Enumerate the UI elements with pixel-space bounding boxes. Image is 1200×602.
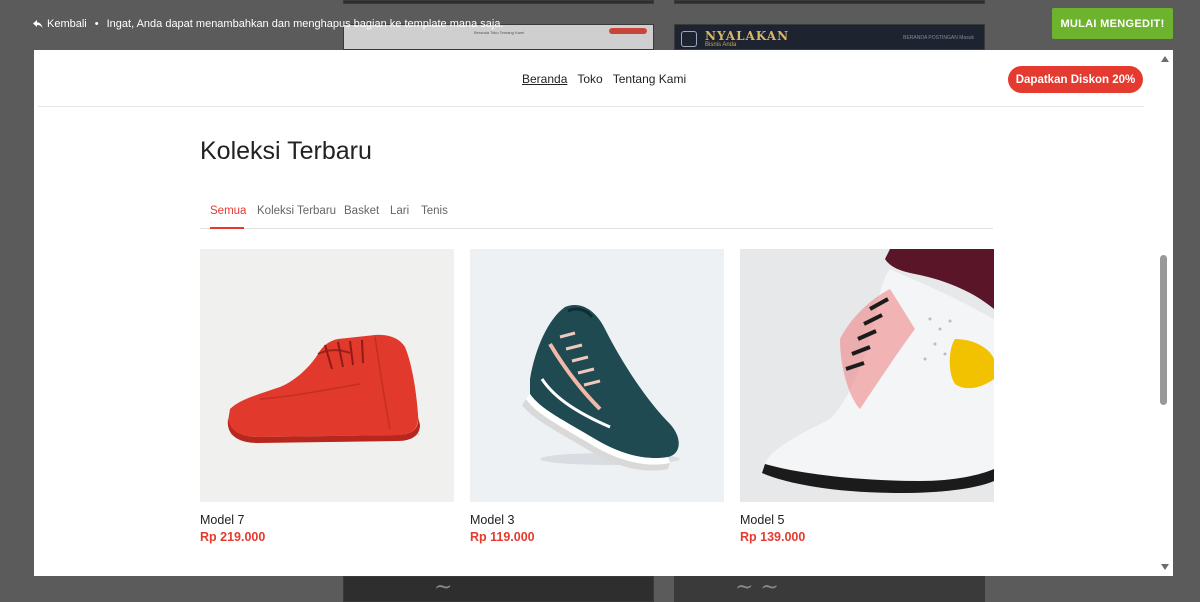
product-card[interactable]: Model 7 Rp 219.000 xyxy=(200,249,454,544)
product-card[interactable]: Model 3 Rp 119.000 xyxy=(470,249,724,544)
bg-thumbnail-bottom-left: ~ xyxy=(343,575,654,602)
site-header: Beranda Toko Tentang Kami Dapatkan Disko… xyxy=(38,50,1144,107)
template-preview-modal: Beranda Toko Tentang Kami Dapatkan Disko… xyxy=(34,50,1157,576)
product-name: Model 5 xyxy=(740,513,785,527)
discount-button[interactable]: Dapatkan Diskon 20% xyxy=(1008,66,1143,93)
product-image[interactable] xyxy=(740,249,994,502)
product-card[interactable]: Model 5 Rp 139.000 xyxy=(740,249,994,544)
tab-tenis[interactable]: Tenis xyxy=(421,205,448,217)
reply-arrow-icon xyxy=(33,19,43,29)
nav-item-beranda[interactable]: Beranda xyxy=(522,72,567,86)
site-nav: Beranda Toko Tentang Kami xyxy=(522,72,686,86)
preview-scrollbar[interactable] xyxy=(1157,50,1173,576)
hint-text: Ingat, Anda dapat menambahkan dan mengha… xyxy=(106,18,504,30)
scrollbar-thumb[interactable] xyxy=(1160,255,1167,405)
tab-basket[interactable]: Basket xyxy=(344,205,379,217)
product-price: Rp 119.000 xyxy=(470,530,535,544)
tab-lari[interactable]: Lari xyxy=(390,205,409,217)
product-name: Model 7 xyxy=(200,513,245,527)
tab-semua[interactable]: Semua xyxy=(210,205,246,217)
separator: • xyxy=(94,18,99,30)
product-image[interactable] xyxy=(200,249,454,502)
editor-topbar: Kembali • Ingat, Anda dapat menambahkan … xyxy=(0,0,1200,50)
nav-item-toko[interactable]: Toko xyxy=(577,72,602,86)
collection-title: Koleksi Terbaru xyxy=(200,137,372,165)
triangle-down-icon[interactable] xyxy=(1161,564,1169,570)
back-link[interactable]: Kembali • Ingat, Anda dapat menambahkan … xyxy=(33,18,504,30)
bg-script-decoration-2: ~ ~ xyxy=(735,575,779,600)
product-name: Model 3 xyxy=(470,513,515,527)
active-tab-indicator xyxy=(210,227,244,229)
tab-koleksi-terbaru[interactable]: Koleksi Terbaru xyxy=(257,205,336,217)
product-price: Rp 139.000 xyxy=(740,530,806,544)
start-editing-button[interactable]: MULAI MENGEDIT! xyxy=(1052,8,1173,39)
back-label: Kembali xyxy=(47,18,87,30)
triangle-up-icon[interactable] xyxy=(1161,56,1169,62)
nav-item-tentang-kami[interactable]: Tentang Kami xyxy=(613,72,686,86)
bg-thumbnail-bottom-right: ~ ~ xyxy=(674,575,985,602)
bg-script-decoration: ~ xyxy=(434,575,453,600)
product-image[interactable] xyxy=(470,249,724,502)
collection-tabs: Semua Koleksi Terbaru Basket Lari Tenis xyxy=(200,199,993,229)
product-price: Rp 219.000 xyxy=(200,530,266,544)
